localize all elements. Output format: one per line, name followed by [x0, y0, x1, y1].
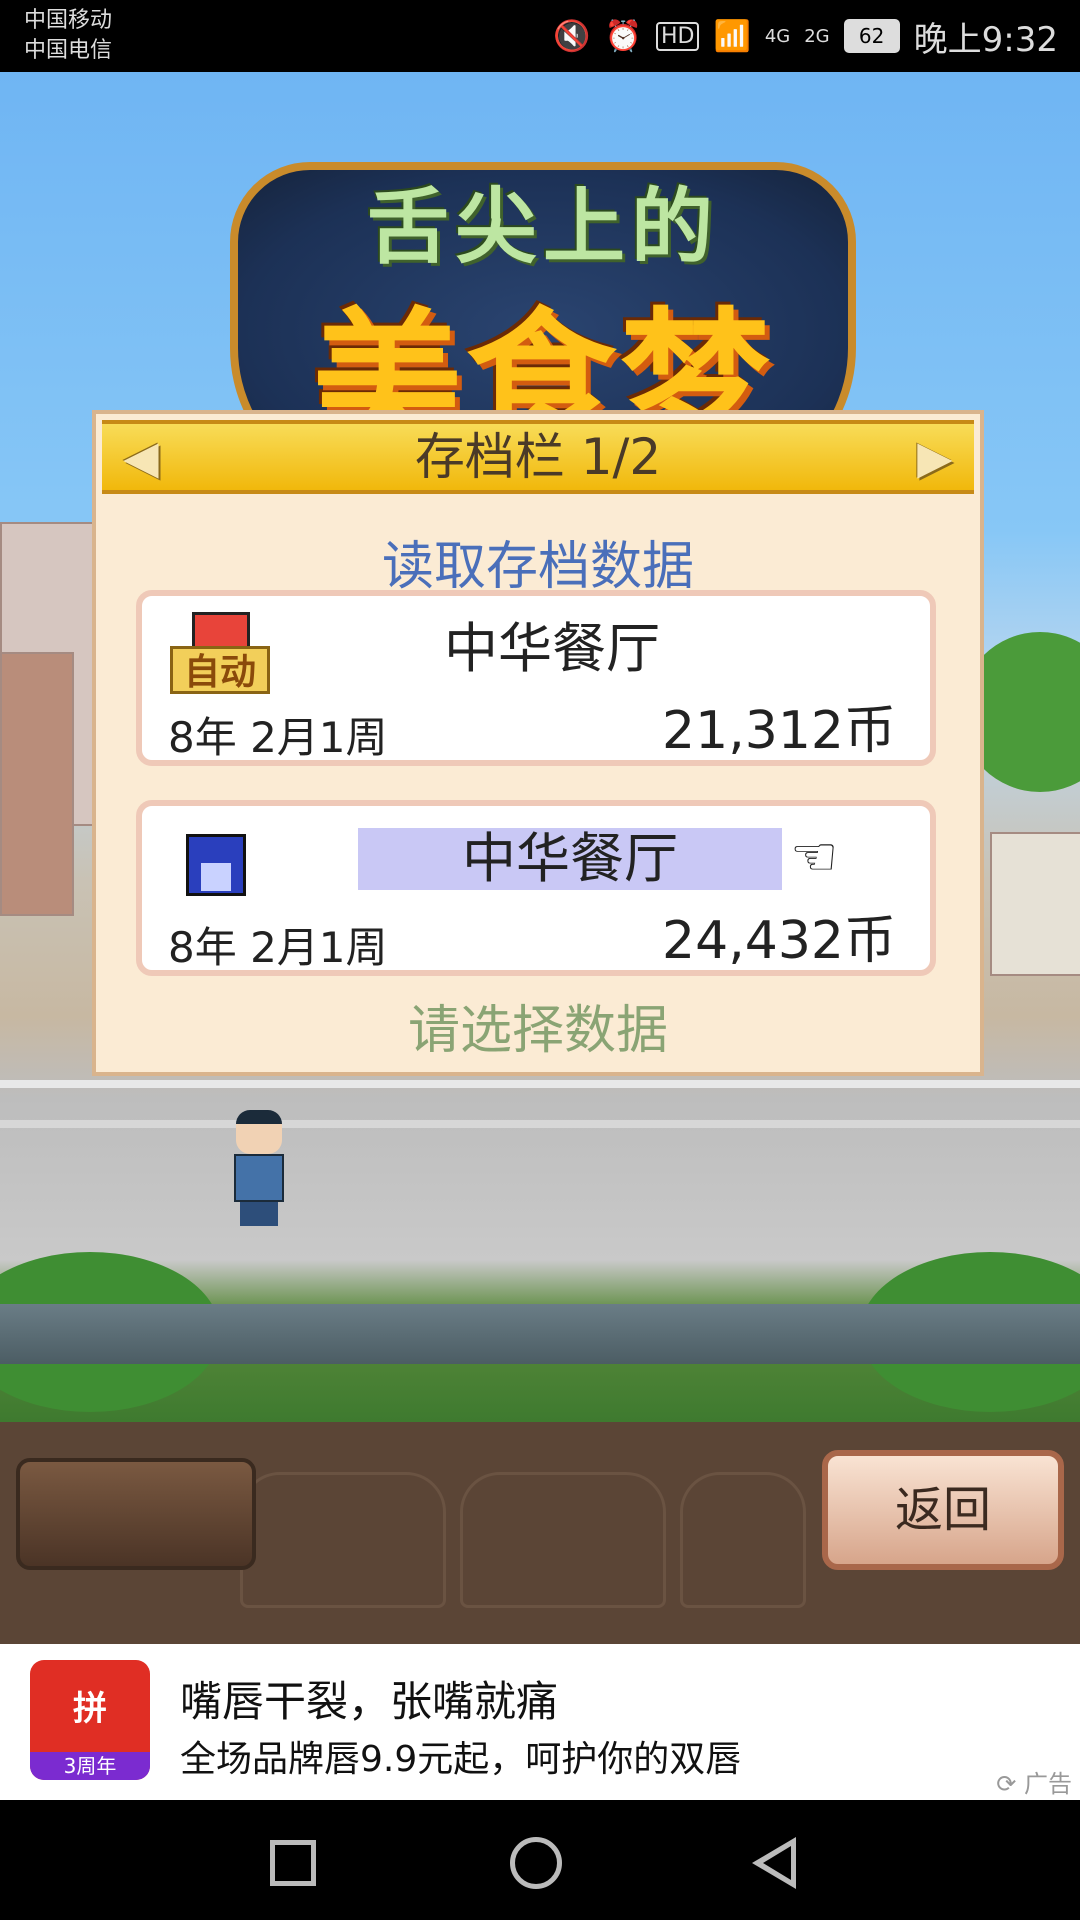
character-legs — [240, 1202, 278, 1226]
river — [0, 1304, 1080, 1364]
signal-2g-icon: 2G — [804, 25, 830, 47]
navigation-bar — [0, 1800, 1080, 1920]
road-marking — [0, 1080, 1080, 1088]
alarm-icon: ⏰ — [604, 18, 642, 54]
carrier-1: 中国移动 — [24, 8, 113, 33]
clock: 晚上9:32 — [913, 19, 1058, 60]
dialog-subtitle: 读取存档数据 — [381, 537, 694, 597]
slot-restaurant-name: 中华餐厅 — [358, 828, 782, 890]
status-icons: 🔇 ⏰ HD 📶 4G 2G 62 晚上9:32 — [553, 10, 1058, 62]
logo-mark: 拼 — [73, 1689, 107, 1729]
ad-title: 嘴唇干裂，张嘴就痛 — [180, 1677, 559, 1726]
dialog-header: 存档栏 1/2 ◀ ▶ — [102, 420, 974, 494]
hd-icon: HD — [655, 21, 700, 51]
decor-silhouette — [460, 1472, 666, 1608]
prev-page-arrow-icon[interactable]: ◀ — [116, 434, 166, 480]
building — [0, 652, 74, 916]
next-page-arrow-icon[interactable]: ▶ — [910, 434, 960, 480]
slot-coins: 21,312币 — [662, 701, 896, 761]
back-triangle-icon[interactable] — [752, 1837, 796, 1889]
dialog-hint: 请选择数据 — [407, 1001, 668, 1061]
pinduoduo-logo-icon: 拼 3周年 — [30, 1660, 150, 1780]
decor-silhouette — [680, 1472, 806, 1608]
decor-silhouette — [240, 1472, 446, 1608]
player-character — [228, 1110, 288, 1228]
pointing-hand-icon: ☜ — [790, 825, 839, 888]
ad-banner[interactable]: 拼 3周年 嘴唇干裂，张嘴就痛 全场品牌唇9.9元起，呵护你的双唇 ⟳ 广告 — [0, 1644, 1080, 1800]
wifi-icon: 📶 — [713, 18, 751, 54]
road-marking — [0, 1120, 1080, 1128]
battery-icon: 62 — [843, 19, 900, 53]
dialog-title: 存档栏 1/2 — [414, 428, 662, 486]
ad-tag: ⟳ 广告 — [996, 1770, 1072, 1798]
save-dialog: 存档栏 1/2 ◀ ▶ 读取存档数据 自动 中华餐厅 8年 2月1周 21,31… — [92, 410, 984, 1076]
status-bar: 中国移动 中国电信 🔇 ⏰ HD 📶 4G 2G 62 晚上9:32 — [0, 0, 1080, 72]
character-head — [236, 1110, 282, 1154]
logo-years: 3周年 — [30, 1752, 150, 1780]
slot-date: 8年 2月1周 — [168, 713, 388, 762]
auto-save-icon: 自动 — [170, 612, 270, 696]
save-slot-2[interactable]: 中华餐厅 ☜ 8年 2月1周 24,432币 — [136, 800, 936, 976]
floppy-disk-icon — [186, 834, 246, 896]
slot-coins: 24,432币 — [662, 911, 896, 971]
ad-tag-label: 广告 — [1024, 1770, 1072, 1798]
carrier-info: 中国移动 中国电信 — [24, 6, 112, 66]
ad-description: 全场品牌唇9.9元起，呵护你的双唇 — [180, 1739, 742, 1780]
slot-restaurant-name: 中华餐厅 — [444, 617, 660, 680]
mute-icon: 🔇 — [553, 18, 591, 54]
character-body — [234, 1154, 284, 1202]
slot-date: 8年 2月1周 — [168, 923, 388, 972]
save-slot-1[interactable]: 自动 中华餐厅 8年 2月1周 21,312币 — [136, 590, 936, 766]
home-icon[interactable] — [510, 1837, 562, 1889]
game-bottom-bar: 返回 — [0, 1422, 1080, 1644]
floppy-label — [201, 863, 231, 891]
carrier-2: 中国电信 — [24, 38, 113, 63]
auto-label: 自动 — [170, 646, 270, 694]
recent-apps-icon[interactable] — [270, 1840, 316, 1886]
empty-panel — [16, 1458, 256, 1570]
back-button[interactable]: 返回 — [822, 1450, 1064, 1570]
building — [990, 832, 1080, 976]
signal-4g-icon: 4G — [764, 25, 791, 47]
